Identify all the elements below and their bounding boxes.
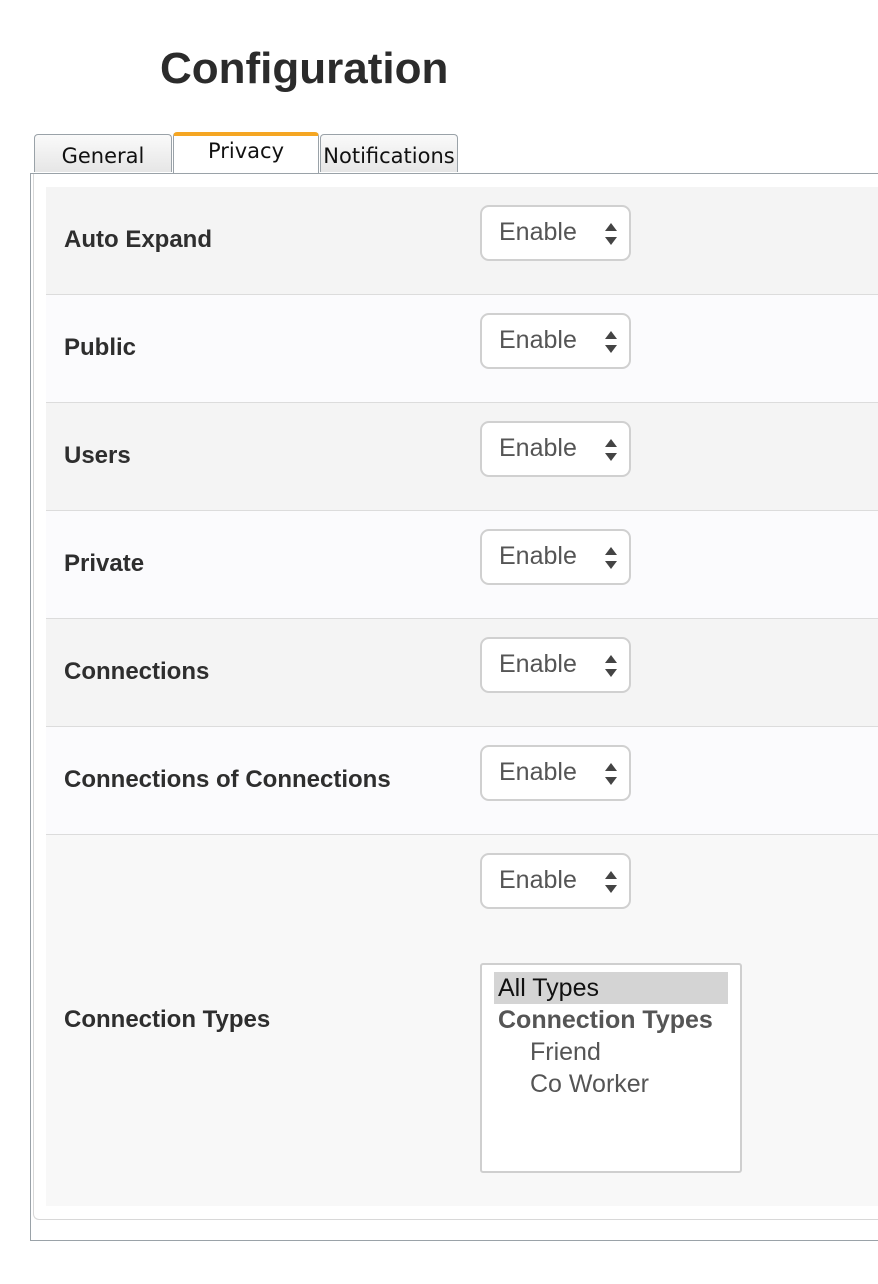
tab-privacy[interactable]: Privacy <box>173 132 319 173</box>
setting-row-users: Users Enable <box>46 403 878 511</box>
select-updown-icon <box>605 223 617 245</box>
setting-label: Connections of Connections <box>64 766 391 793</box>
select-value: Enable <box>499 326 577 354</box>
listbox-group-label: Connection Types <box>498 1006 713 1034</box>
settings-container: Auto Expand Enable Public Enable Users E… <box>33 174 878 1220</box>
connections-select[interactable]: Enable <box>480 637 631 693</box>
select-value: Enable <box>499 434 577 462</box>
setting-row-auto-expand: Auto Expand Enable <box>46 187 878 295</box>
select-updown-icon <box>605 331 617 353</box>
select-value: Enable <box>499 866 577 894</box>
setting-label: Users <box>64 442 131 469</box>
setting-row-connections-of-connections: Connections of Connections Enable <box>46 727 878 835</box>
setting-label: Public <box>64 334 137 361</box>
setting-label: Auto Expand <box>64 226 212 253</box>
select-updown-icon <box>605 547 617 569</box>
setting-row-connection-types: Connection Types Enable All Types Connec… <box>46 835 878 1206</box>
users-select[interactable]: Enable <box>480 421 631 477</box>
listbox-option-co-worker[interactable]: Co Worker <box>494 1068 728 1100</box>
listbox-option-friend[interactable]: Friend <box>494 1036 728 1068</box>
connection-types-listbox[interactable]: All Types Connection Types Friend Co Wor… <box>480 963 742 1173</box>
setting-row-connections: Connections Enable <box>46 619 878 727</box>
connection-types-select[interactable]: Enable <box>480 853 631 909</box>
tab-notifications[interactable]: Notifications <box>320 134 458 172</box>
select-value: Enable <box>499 650 577 678</box>
public-select[interactable]: Enable <box>480 313 631 369</box>
select-value: Enable <box>499 542 577 570</box>
select-value: Enable <box>499 218 577 246</box>
listbox-option-all-types[interactable]: All Types <box>494 972 728 1004</box>
configuration-page: Configuration General Privacy Notificati… <box>0 0 878 1284</box>
privacy-panel: Auto Expand Enable Public Enable Users E… <box>30 173 878 1241</box>
setting-label: Private <box>64 550 145 577</box>
setting-label: Connections <box>64 658 210 685</box>
setting-row-private: Private Enable <box>46 511 878 619</box>
private-select[interactable]: Enable <box>480 529 631 585</box>
select-updown-icon <box>605 763 617 785</box>
select-updown-icon <box>605 439 617 461</box>
select-updown-icon <box>605 871 617 893</box>
page-title: Configuration <box>160 44 449 93</box>
setting-row-public: Public Enable <box>46 295 878 403</box>
auto-expand-select[interactable]: Enable <box>480 205 631 261</box>
select-value: Enable <box>499 758 577 786</box>
connections-of-connections-select[interactable]: Enable <box>480 745 631 801</box>
tab-general[interactable]: General <box>34 134 172 172</box>
settings-list: Auto Expand Enable Public Enable Users E… <box>46 187 878 1206</box>
setting-label: Connection Types <box>64 1006 271 1033</box>
select-updown-icon <box>605 655 617 677</box>
